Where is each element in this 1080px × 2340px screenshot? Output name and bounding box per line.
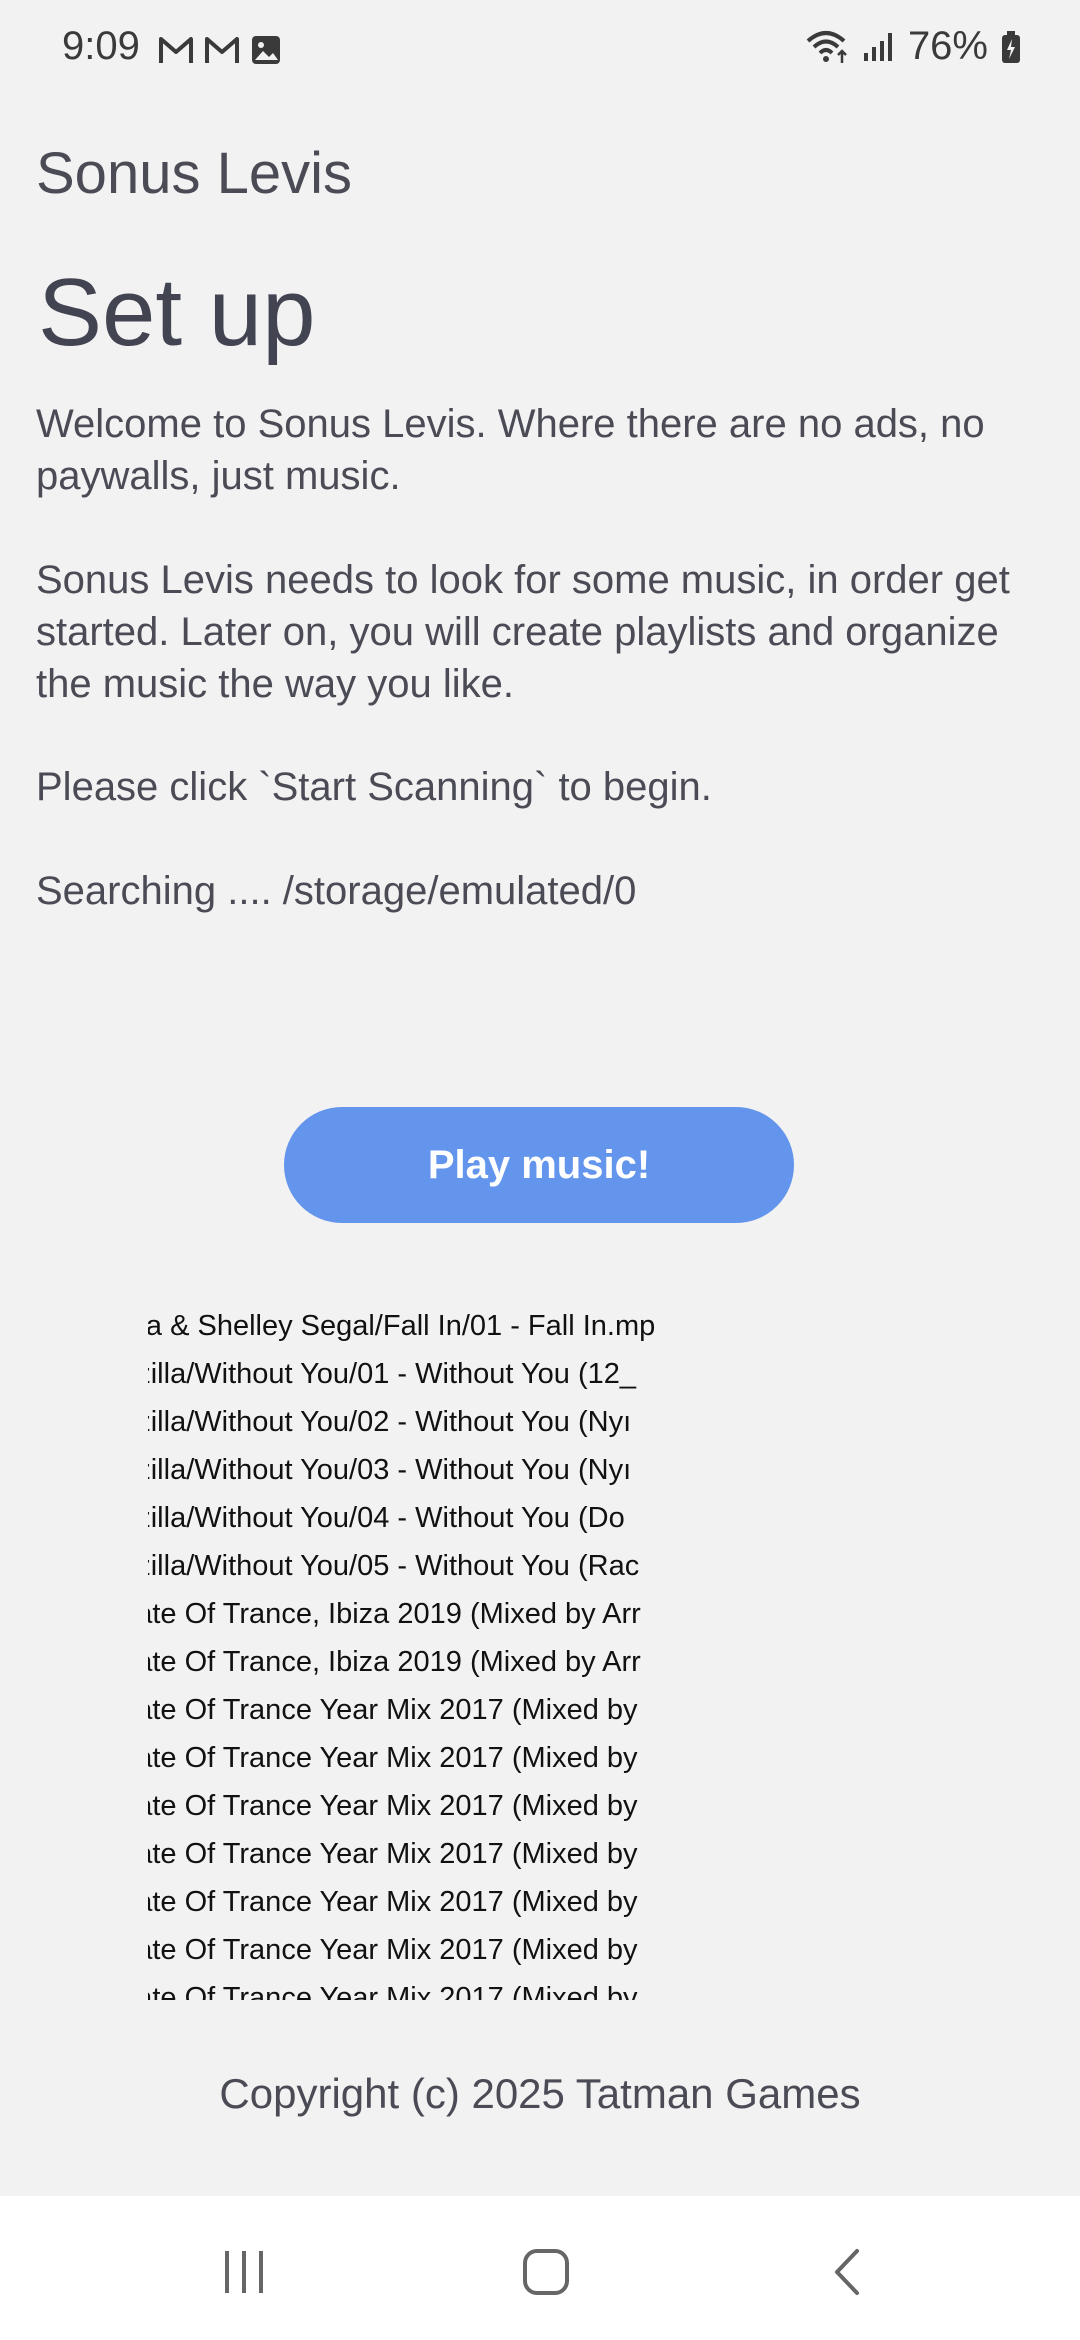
home-icon xyxy=(523,2249,569,2295)
recent-apps-icon xyxy=(225,2251,263,2293)
list-item: ulated/0/Music/A State Of Trance Year Mi… xyxy=(148,1982,638,2000)
notification-icons xyxy=(158,34,282,66)
status-bar: 9:09 76% xyxy=(0,0,1080,100)
list-item: ulated/0/Music/Dogzilla/Without You/04 -… xyxy=(148,1502,625,1534)
scan-results-list[interactable]: ulated/0/Music/Activa & Shelley Segal/Fa… xyxy=(148,1308,934,2000)
list-item: ulated/0/Music/Dogzilla/Without You/02 -… xyxy=(148,1406,632,1438)
back-icon xyxy=(835,2249,859,2295)
welcome-text: Welcome to Sonus Levis. Where there are … xyxy=(36,402,985,498)
searching-status: Searching .... /storage/emulated/0 xyxy=(36,869,637,913)
recent-apps-button[interactable] xyxy=(204,2232,284,2312)
play-music-button[interactable]: Play music! xyxy=(284,1107,794,1223)
battery-percent: 76% xyxy=(907,24,988,68)
back-button[interactable] xyxy=(808,2232,888,2312)
list-item: ulated/0/Music/A State Of Trance, Ibiza … xyxy=(148,1598,641,1630)
list-item: ulated/0/Music/A State Of Trance Year Mi… xyxy=(148,1742,638,1774)
gmail-icon xyxy=(205,37,239,63)
app-name: Sonus Levis xyxy=(36,141,352,206)
list-item: ulated/0/Music/Dogzilla/Without You/03 -… xyxy=(148,1454,632,1486)
copyright-text: Copyright (c) 2025 Tatman Games xyxy=(219,2070,861,2117)
list-item: ulated/0/Music/Activa & Shelley Segal/Fa… xyxy=(148,1310,656,1342)
gmail-icon xyxy=(159,37,193,63)
status-time: 9:09 xyxy=(62,24,140,68)
navigation-bar xyxy=(0,2196,1080,2340)
list-item: ulated/0/Music/A State Of Trance Year Mi… xyxy=(148,1694,638,1726)
image-icon xyxy=(252,36,280,64)
battery-icon xyxy=(1002,30,1020,63)
list-item: ulated/0/Music/Dogzilla/Without You/05 -… xyxy=(148,1550,640,1582)
instructions-text: Sonus Levis needs to look for some music… xyxy=(36,558,1010,706)
page-title: Set up xyxy=(38,259,316,366)
home-button[interactable] xyxy=(506,2232,586,2312)
signal-icon xyxy=(863,32,892,61)
list-item: ulated/0/Music/A State Of Trance Year Mi… xyxy=(148,1934,638,1966)
list-item: ulated/0/Music/A State Of Trance Year Mi… xyxy=(148,1790,638,1822)
status-right: 76% xyxy=(806,24,1022,69)
list-item: ulated/0/Music/Dogzilla/Without You/01 -… xyxy=(148,1358,637,1390)
list-item: ulated/0/Music/A State Of Trance Year Mi… xyxy=(148,1886,638,1918)
wifi-icon xyxy=(806,30,847,63)
list-item: ulated/0/Music/A State Of Trance, Ibiza … xyxy=(148,1646,641,1678)
scan-instruction: Please click `Start Scanning` to begin. xyxy=(36,765,712,809)
list-item: ulated/0/Music/A State Of Trance Year Mi… xyxy=(148,1838,638,1870)
